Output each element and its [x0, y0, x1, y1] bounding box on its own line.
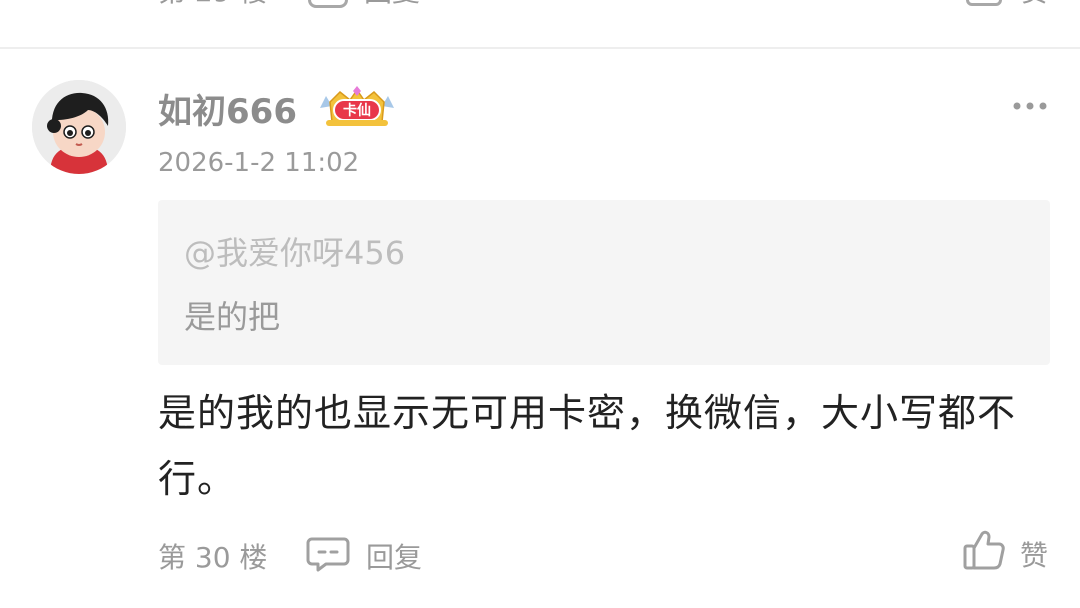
previous-comment-footer: 第 29 楼 回复 赞	[0, 0, 1080, 15]
previous-reply-button[interactable]: 回复	[364, 0, 420, 10]
previous-floor-label: 第 29 楼	[158, 0, 267, 10]
timestamp: 2026-1-2 11:02	[158, 148, 360, 178]
comment-footer: 第 30 楼 回复 赞	[0, 528, 1080, 578]
username[interactable]: 如初666	[158, 84, 297, 133]
reply-button[interactable]: 回复	[306, 532, 436, 576]
level-badge: 卡仙	[316, 86, 398, 128]
thumbs-up-icon[interactable]	[966, 0, 1002, 6]
thumbs-up-icon	[963, 530, 1005, 570]
comment-bubble-icon[interactable]	[308, 0, 348, 8]
like-button[interactable]: 赞	[962, 528, 1062, 576]
like-label: 赞	[1020, 539, 1049, 572]
floor-label: 第 30 楼	[158, 541, 268, 574]
quoted-reply[interactable]: @我爱你呀456 是的把	[158, 200, 1050, 365]
badge-label: 卡仙	[343, 102, 371, 119]
more-dots-icon[interactable]	[1012, 98, 1048, 112]
quoted-username[interactable]: @我爱你呀456	[184, 228, 405, 274]
avatar[interactable]	[32, 80, 126, 174]
crown-badge-icon: 卡仙	[320, 86, 394, 126]
comment-bubble-icon	[306, 537, 350, 572]
comment-divider	[0, 47, 1080, 49]
comment-text: 是的我的也显示无可用卡密，换微信，大小写都不行。	[158, 391, 1017, 501]
previous-like-button[interactable]: 赞	[1020, 0, 1048, 10]
quoted-text: 是的把	[184, 298, 281, 336]
avatar-image	[32, 80, 126, 174]
reply-label: 回复	[366, 541, 423, 574]
